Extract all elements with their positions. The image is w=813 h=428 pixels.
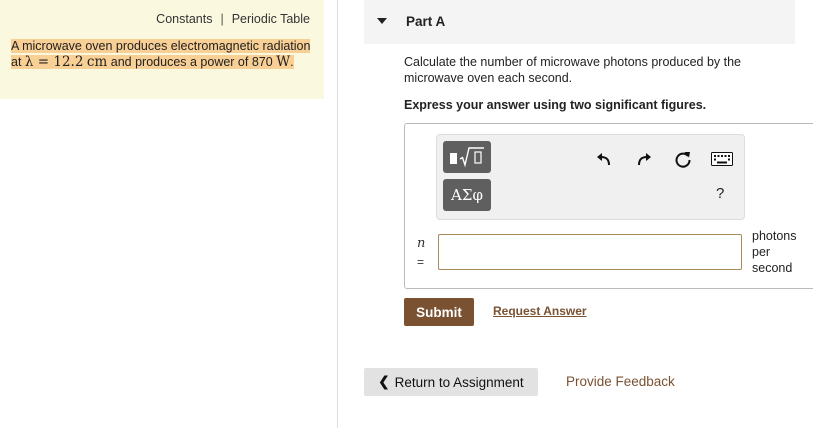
answer-input[interactable] (438, 234, 742, 270)
provide-feedback-link[interactable]: Provide Feedback (566, 374, 675, 389)
part-title: Part A (406, 14, 446, 29)
resource-links: Constants | Periodic Table (156, 12, 310, 26)
part-a-header[interactable]: Part A (364, 0, 795, 44)
instruction-text: Express your answer using two significan… (404, 98, 707, 112)
constants-link[interactable]: Constants (156, 12, 212, 26)
question-text: Calculate the number of microwave photon… (404, 55, 741, 85)
problem-statement: A microwave oven produces electromagneti… (11, 38, 316, 70)
return-to-assignment-button[interactable]: ❮ Return to Assignment (364, 368, 538, 396)
unit-line: photons (752, 229, 797, 243)
undo-icon[interactable] (594, 149, 614, 169)
request-answer-link[interactable]: Request Answer (493, 304, 587, 318)
submit-button[interactable]: Submit (404, 298, 474, 326)
keyboard-icon[interactable] (711, 149, 733, 169)
unit-line: per (752, 245, 771, 259)
collapse-caret-icon[interactable] (377, 18, 387, 24)
problem-text-2: and produces a power of (107, 55, 252, 69)
redo-icon[interactable] (634, 149, 654, 169)
wavelength-value: 12.2 (53, 54, 84, 70)
link-separator: | (220, 12, 224, 26)
problem-period: . (290, 55, 294, 69)
power-unit: W (276, 54, 291, 70)
unit-line: second (752, 261, 793, 275)
answer-variable: n (417, 236, 426, 251)
wavelength-unit: cm (86, 54, 108, 70)
reset-icon[interactable] (673, 149, 693, 169)
templates-button[interactable] (443, 141, 491, 173)
square-radical-icon (450, 147, 484, 168)
chevron-left-icon: ❮ (378, 374, 390, 389)
symbols-button[interactable]: ΑΣφ (443, 179, 491, 211)
problem-panel: Constants | Periodic Table A microwave ove… (0, 0, 324, 99)
math-toolbar: ΑΣφ ? (436, 134, 745, 220)
equals-sign: = (33, 54, 54, 70)
help-button[interactable]: ? (716, 185, 724, 202)
column-divider (337, 0, 338, 428)
return-label: Return to Assignment (394, 374, 524, 390)
answer-area: ΑΣφ ? n = photons per second (404, 123, 813, 289)
periodic-table-link[interactable]: Periodic Table (232, 12, 310, 26)
answer-equals: = (417, 255, 425, 269)
power-value: 870 (251, 55, 273, 69)
answer-units: photons per second (752, 228, 812, 276)
